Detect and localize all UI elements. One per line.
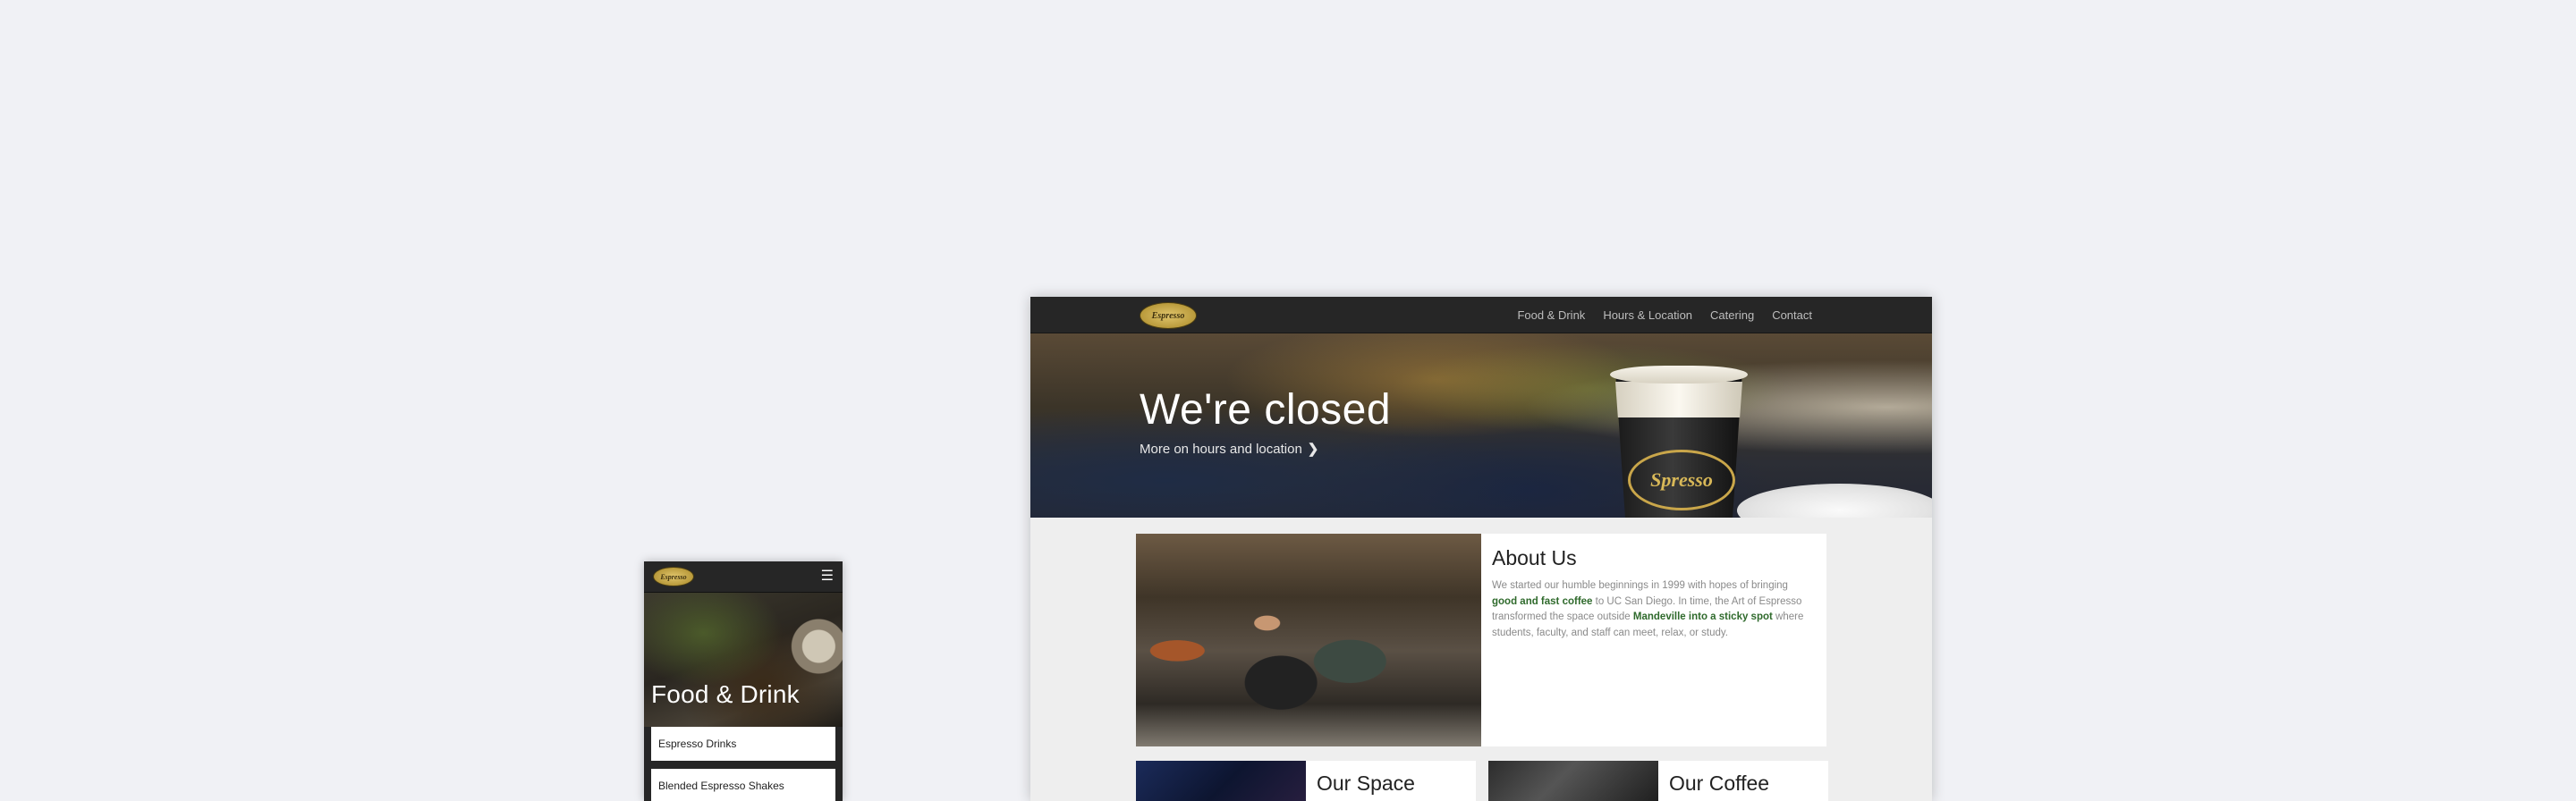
about-photo: [1136, 534, 1481, 746]
mobile-hero-title: Food & Drink: [651, 680, 800, 708]
space-card[interactable]: Our Space: [1306, 761, 1476, 801]
desktop-preview: Espresso Food & Drink Hours & Location C…: [1030, 297, 1932, 801]
about-title: About Us: [1492, 546, 1577, 569]
logo[interactable]: Espresso: [653, 567, 694, 586]
mobile-menu-list: Espresso Drinks Blended Espresso Shakes: [644, 727, 843, 801]
mobile-navbar: Espresso ☰: [644, 561, 843, 593]
coffee-photo: [1488, 761, 1658, 801]
space-photo: [1136, 761, 1306, 801]
menu-item-label: Espresso Drinks: [658, 738, 737, 750]
hero-link-label: More on hours and location: [1140, 441, 1302, 457]
nav-link-hours-location[interactable]: Hours & Location: [1603, 308, 1692, 322]
about-highlight: Mandeville into a sticky spot: [1632, 611, 1773, 622]
logo[interactable]: Espresso: [1140, 302, 1197, 329]
nav-link-food-drink[interactable]: Food & Drink: [1517, 308, 1585, 322]
nav-link-contact[interactable]: Contact: [1772, 308, 1812, 322]
nav-menu: Food & Drink Hours & Location Catering C…: [1517, 297, 1812, 333]
menu-item-blended-shakes[interactable]: Blended Espresso Shakes: [651, 769, 835, 801]
hours-location-link[interactable]: More on hours and location ❯: [1140, 441, 1319, 458]
about-text-part: We started our humble beginnings in 1999…: [1492, 580, 1788, 591]
hero-title: We're closed: [1140, 386, 1392, 434]
cup-logo: Spresso: [1628, 450, 1735, 510]
chevron-right-icon: ❯: [1307, 442, 1319, 457]
about-highlight: good and fast coffee: [1492, 595, 1593, 607]
hamburger-icon[interactable]: ☰: [821, 569, 834, 584]
space-title: Our Space: [1317, 771, 1415, 795]
cup-rim: [1615, 382, 1742, 417]
hero-banner: Spresso We're closed More on hours and l…: [1030, 333, 1932, 518]
saucer-image: [1737, 484, 1932, 518]
navbar: Espresso Food & Drink Hours & Location C…: [1030, 297, 1932, 333]
coffee-title: Our Coffee: [1669, 771, 1770, 795]
coffee-card[interactable]: Our Coffee: [1658, 761, 1828, 801]
about-card: About Us We started our humble beginning…: [1481, 534, 1826, 746]
menu-item-label: Blended Espresso Shakes: [658, 780, 784, 792]
menu-item-espresso-drinks[interactable]: Espresso Drinks: [651, 727, 835, 761]
mobile-preview: Espresso ☰ Food & Drink Espresso Drinks …: [644, 561, 843, 801]
nav-link-catering[interactable]: Catering: [1710, 308, 1754, 322]
about-text: We started our humble beginnings in 1999…: [1492, 578, 1814, 641]
mobile-hero: Food & Drink: [644, 593, 843, 727]
cup-lid: [1610, 366, 1748, 384]
